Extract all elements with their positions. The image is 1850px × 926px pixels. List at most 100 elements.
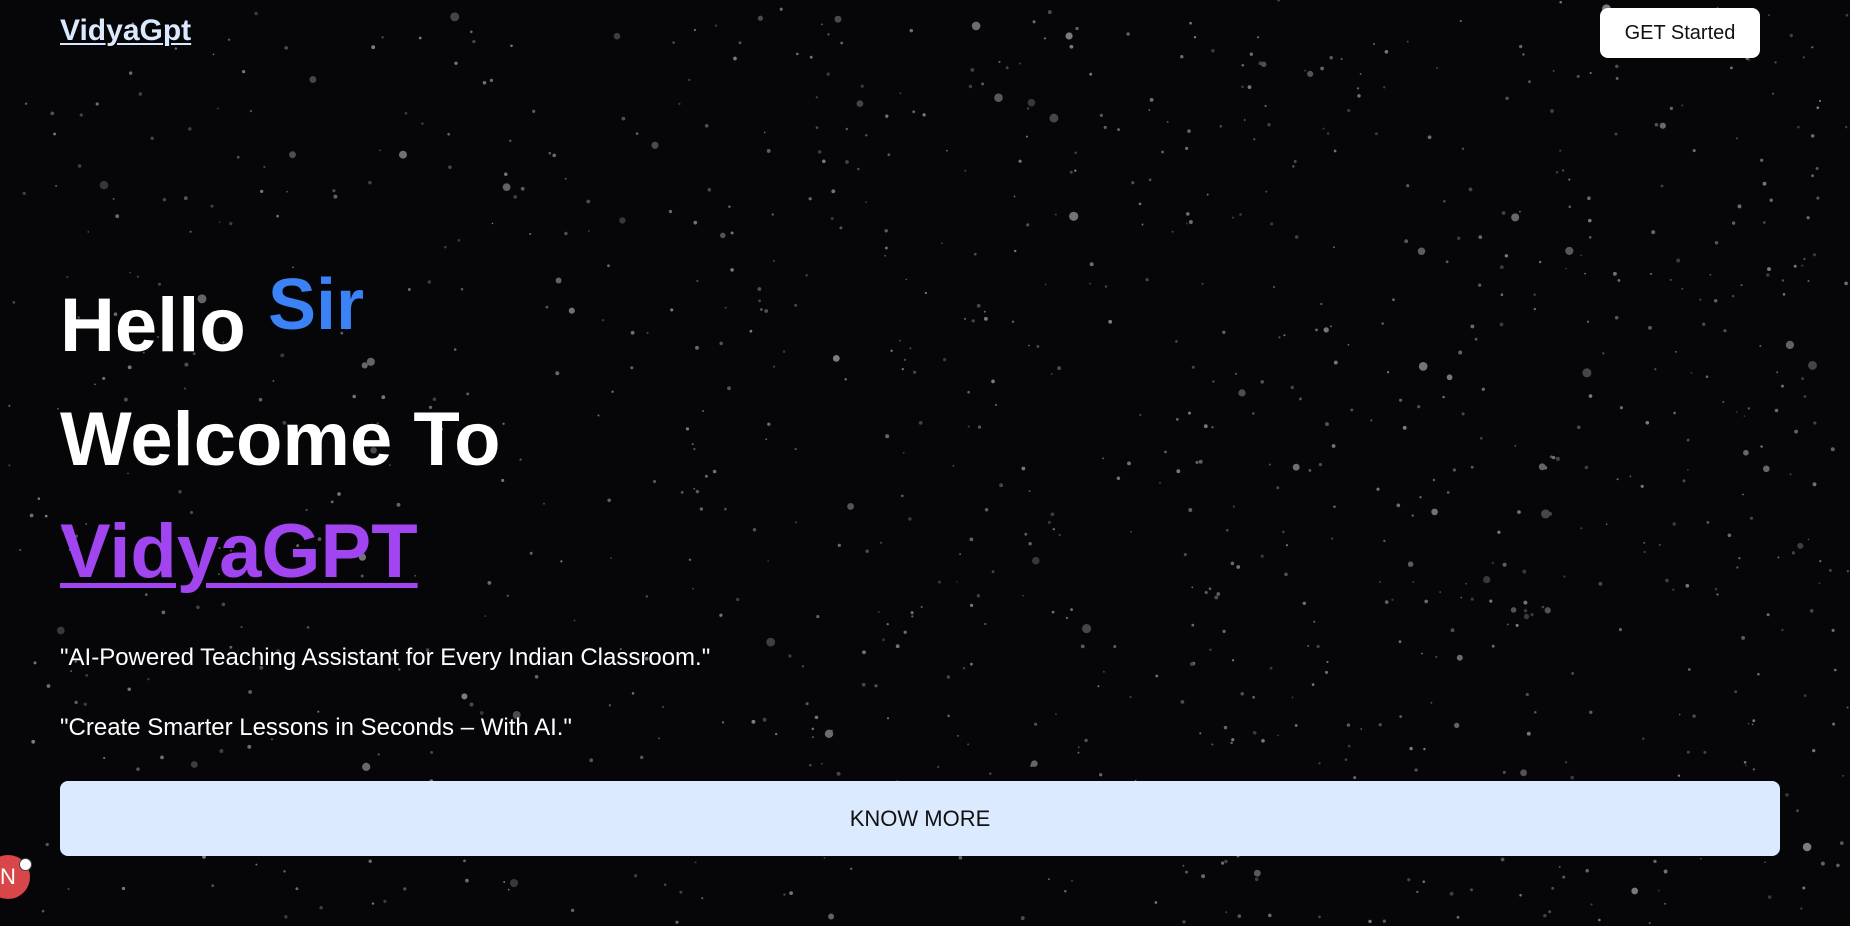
star [1653, 859, 1657, 864]
star [1257, 36, 1260, 39]
star [749, 329, 753, 333]
star [284, 46, 288, 50]
star [1642, 737, 1645, 740]
star [1618, 628, 1622, 632]
star [1597, 918, 1601, 922]
star [1084, 738, 1088, 743]
star [1548, 910, 1552, 914]
star [920, 605, 923, 609]
star [788, 654, 792, 658]
star [454, 61, 458, 65]
star [44, 514, 48, 518]
get-started-button[interactable]: GET Started [1600, 8, 1760, 58]
star [814, 715, 819, 720]
star [1075, 26, 1079, 31]
star [371, 45, 376, 50]
star [1347, 343, 1350, 346]
star [1816, 196, 1820, 200]
star [1191, 586, 1194, 589]
star [1148, 109, 1151, 111]
star [1212, 380, 1215, 383]
star [1523, 609, 1528, 613]
star [1576, 74, 1580, 78]
star [646, 331, 649, 334]
star [1018, 62, 1021, 65]
star [1028, 490, 1031, 493]
star [877, 611, 880, 614]
star [1237, 914, 1242, 918]
star [67, 887, 70, 891]
star [1816, 106, 1820, 110]
star [764, 309, 769, 313]
star [260, 189, 264, 194]
star [1276, 486, 1280, 490]
star [885, 434, 890, 439]
star [1769, 198, 1773, 202]
hero-brand-link[interactable]: VidyaGPT [60, 508, 418, 595]
star [1065, 32, 1073, 40]
star [1435, 655, 1438, 659]
star [1810, 134, 1815, 138]
star [1222, 629, 1226, 633]
star [1590, 903, 1593, 906]
star [1489, 599, 1493, 603]
star [1555, 170, 1559, 174]
star [509, 139, 512, 142]
star [1307, 644, 1310, 647]
star [1036, 344, 1040, 348]
star [771, 213, 774, 216]
star [510, 44, 513, 48]
star [1580, 254, 1582, 257]
star [712, 469, 717, 474]
star [1643, 550, 1646, 554]
star [865, 549, 869, 553]
star [1702, 322, 1706, 326]
star [1293, 159, 1297, 164]
star [1737, 204, 1742, 209]
star [489, 78, 494, 83]
star [902, 451, 905, 454]
star [1099, 113, 1103, 117]
star [1356, 87, 1360, 90]
star [1209, 648, 1212, 651]
star [1117, 128, 1120, 132]
star [645, 595, 649, 598]
star [1267, 123, 1271, 127]
star [1629, 475, 1632, 478]
star [1803, 257, 1806, 261]
star [692, 587, 694, 590]
star [1230, 741, 1233, 745]
know-more-button[interactable]: KNOW MORE [60, 781, 1780, 856]
star [1164, 450, 1167, 454]
star [946, 149, 948, 152]
star [1612, 271, 1617, 276]
star [1225, 528, 1229, 532]
star [882, 638, 885, 642]
star [236, 155, 240, 159]
star [1528, 80, 1531, 84]
star [1320, 66, 1324, 71]
star [136, 767, 140, 771]
star [1766, 273, 1770, 277]
star [1032, 20, 1036, 24]
star [826, 72, 830, 76]
star [484, 615, 487, 617]
star [1530, 613, 1534, 617]
star [12, 301, 16, 304]
site-logo[interactable]: VidyaGpt [60, 14, 191, 48]
star [760, 308, 763, 311]
star [900, 494, 904, 498]
star [221, 602, 226, 607]
star [952, 464, 955, 467]
star [1452, 468, 1457, 472]
star [317, 710, 320, 713]
star [1731, 294, 1735, 298]
star [1828, 568, 1832, 572]
star [839, 226, 843, 230]
star [1459, 20, 1462, 23]
star [1681, 104, 1684, 107]
star [1743, 449, 1749, 456]
star [1519, 44, 1523, 49]
star [1399, 715, 1403, 718]
star [587, 230, 590, 232]
